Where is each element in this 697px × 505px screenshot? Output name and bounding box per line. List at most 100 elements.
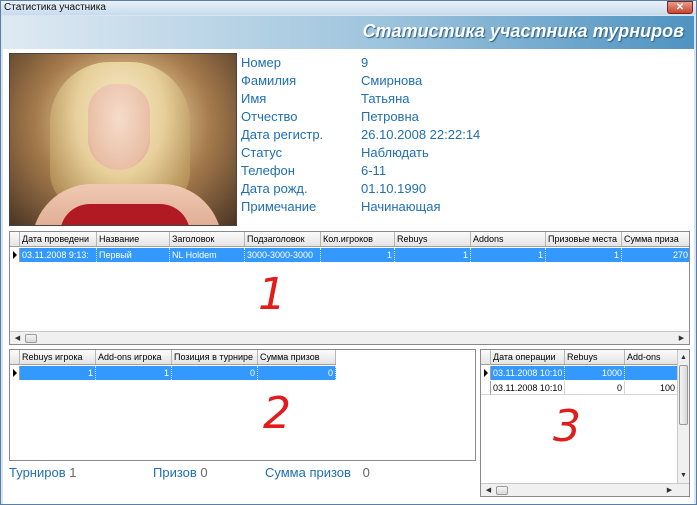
info-row-registration-date: Дата регистр. 26.10.2008 22:22:14 [241, 126, 691, 144]
info-value: Наблюдать [361, 145, 429, 160]
table-row[interactable]: 1 1 0 0 [10, 366, 336, 380]
column-header[interactable]: Призовые места [546, 232, 622, 246]
scrollbar-thumb[interactable] [25, 334, 37, 343]
column-header[interactable]: Rebuys игрока [20, 350, 96, 364]
info-value: Петровна [361, 109, 419, 124]
summary-label: Турниров [9, 465, 66, 480]
info-row-birth-date: Дата рожд. 01.10.1990 [241, 180, 691, 198]
vertical-scrollbar[interactable]: ▲ ▼ [677, 350, 689, 483]
annotation-number-3: 3 [553, 401, 581, 452]
summary-value: 0 [200, 465, 208, 480]
info-label: Отчество [241, 109, 298, 124]
info-label: Примечание [241, 199, 317, 214]
grid-indicator-header [481, 350, 491, 364]
annotation-number-1: 1 [258, 269, 286, 320]
scroll-down-icon[interactable]: ▼ [678, 470, 689, 481]
table-cell[interactable]: 1 [96, 366, 172, 380]
table-cell[interactable]: 0 [172, 366, 258, 380]
tournaments-grid[interactable]: Дата проведени Название Заголовок Подзаг… [9, 231, 690, 345]
info-row-lastname: Фамилия Смирнова [241, 72, 691, 90]
window-titlebar[interactable]: Статистика участника ✕ [1, 1, 696, 15]
table-cell[interactable]: 1000 [565, 366, 625, 380]
table-cell[interactable]: 0 [565, 381, 625, 395]
row-indicator-icon [481, 366, 491, 380]
info-row-note: Примечание Начинающая [241, 198, 691, 216]
info-value: 6-11 [361, 163, 387, 178]
close-button[interactable]: ✕ [667, 1, 693, 14]
column-header[interactable]: Дата проведени [20, 232, 97, 246]
info-row-status: Статус Наблюдать [241, 144, 691, 162]
grid-header: Дата операции Rebuys Add-ons [481, 350, 678, 365]
table-cell[interactable]: 270 [622, 248, 689, 262]
summary-prizes: Призов 0 [153, 465, 208, 480]
grid-header: Дата проведени Название Заголовок Подзаг… [10, 232, 689, 247]
participant-photo [9, 53, 237, 226]
table-cell[interactable]: 1 [321, 248, 395, 262]
horizontal-scrollbar[interactable]: ◀ ▶ [481, 483, 689, 496]
table-cell[interactable]: 03.11.2008 9:13: [20, 248, 97, 262]
column-header[interactable]: Подзаголовок [245, 232, 321, 246]
window-client-area: Статистика участника турниров Номер 9 Фа… [3, 16, 694, 504]
scroll-up-icon[interactable]: ▲ [678, 352, 689, 363]
table-cell[interactable]: 03.11.2008 10:10 [491, 381, 565, 395]
table-cell[interactable]: 100 [625, 381, 678, 395]
scroll-left-icon[interactable]: ◀ [12, 333, 23, 344]
column-header[interactable]: Rebuys [565, 350, 625, 364]
info-value: 26.10.2008 22:22:14 [361, 127, 481, 142]
page-title: Статистика участника турниров [362, 21, 684, 41]
photo-clothing-shape [60, 204, 190, 225]
scrollbar-thumb[interactable] [496, 486, 508, 495]
summary-value: 1 [69, 465, 77, 480]
summary-value: 0 [362, 465, 370, 480]
column-header[interactable]: Addons [471, 232, 546, 246]
table-cell[interactable]: 1 [546, 248, 622, 262]
prizes-grid[interactable]: Rebuys игрока Add-ons игрока Позиция в т… [9, 349, 476, 461]
column-header[interactable]: Название [97, 232, 170, 246]
column-header[interactable]: Add-ons игрока [96, 350, 172, 364]
table-cell[interactable]: 1 [471, 248, 546, 262]
table-row[interactable]: 03.11.2008 9:13: Первый NL Holdem 3000-3… [10, 248, 689, 262]
table-cell[interactable]: 3000-3000-3000 [245, 248, 321, 262]
info-label: Номер [241, 55, 282, 70]
table-row[interactable]: 03.11.2008 10:10 1000 [481, 366, 678, 380]
column-header[interactable]: Сумма приза [622, 232, 689, 246]
table-cell[interactable]: 1 [395, 248, 471, 262]
column-header[interactable]: Rebuys [395, 232, 471, 246]
table-cell[interactable]: 0 [258, 366, 336, 380]
table-row[interactable]: 03.11.2008 10:10 0 100 [481, 381, 678, 395]
annotation-number-2: 2 [263, 388, 291, 439]
grid-indicator-header [10, 350, 20, 364]
table-cell[interactable] [625, 366, 678, 380]
info-row-number: Номер 9 [241, 54, 691, 72]
table-cell[interactable]: 1 [20, 366, 96, 380]
horizontal-scrollbar[interactable]: ◀ ▶ [10, 331, 689, 344]
scroll-right-icon[interactable]: ▶ [676, 333, 687, 344]
column-header[interactable]: Сумма призов [258, 350, 336, 364]
summary-label: Призов [153, 465, 197, 480]
scroll-left-icon[interactable]: ◀ [483, 485, 494, 496]
column-header[interactable]: Заголовок [170, 232, 245, 246]
scrollbar-thumb[interactable] [679, 365, 688, 425]
header-banner: Статистика участника турниров [3, 16, 694, 49]
column-header[interactable]: Позиция в турнире [172, 350, 258, 364]
info-value: Татьяна [361, 91, 410, 106]
scroll-right-icon[interactable]: ▶ [664, 485, 675, 496]
window-title: Статистика участника [4, 2, 106, 13]
grid-indicator-header [10, 232, 20, 246]
table-cell[interactable]: Первый [97, 248, 170, 262]
info-row-patronymic: Отчество Петровна [241, 108, 691, 126]
info-value: 01.10.1990 [361, 181, 427, 196]
info-row-phone: Телефон 6-11 [241, 162, 691, 180]
column-header[interactable]: Add-ons [625, 350, 678, 364]
info-value: Смирнова [361, 73, 423, 88]
info-label: Телефон [241, 163, 295, 178]
info-label: Имя [241, 91, 267, 106]
summary-prize-sum: Сумма призов 0 [265, 465, 370, 480]
info-label: Статус [241, 145, 283, 160]
operations-grid[interactable]: Дата операции Rebuys Add-ons 03.11.2008 … [480, 349, 690, 497]
column-header[interactable]: Дата операции [491, 350, 565, 364]
table-cell[interactable]: 03.11.2008 10:10 [491, 366, 565, 380]
column-header[interactable]: Кол.игроков [321, 232, 395, 246]
info-value: 9 [361, 55, 369, 70]
table-cell[interactable]: NL Holdem [170, 248, 245, 262]
